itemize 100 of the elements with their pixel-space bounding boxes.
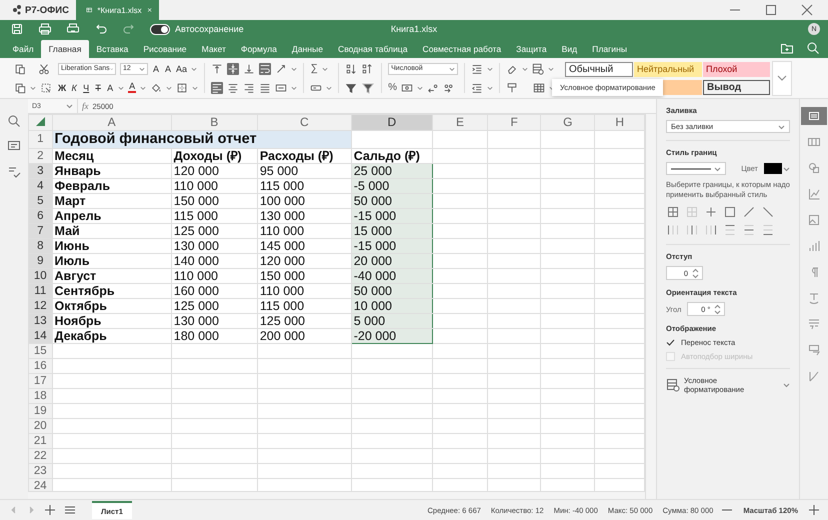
print-icon[interactable]: [38, 22, 52, 36]
wrap-text-icon[interactable]: [259, 62, 272, 74]
caret-icon[interactable]: [118, 84, 124, 90]
select-all-corner-icon[interactable]: [34, 116, 46, 127]
checkbox[interactable]: [666, 338, 675, 348]
menu-tab[interactable]: Вставка: [88, 40, 136, 58]
merge-cells-icon[interactable]: [275, 82, 288, 94]
caret-icon[interactable]: [166, 84, 172, 90]
open-folder-icon[interactable]: [780, 41, 794, 55]
subscript-button[interactable]: A: [106, 82, 114, 92]
caret-icon[interactable]: [66, 103, 73, 109]
underline-button[interactable]: Ч: [82, 82, 90, 92]
percent-button[interactable]: %: [388, 82, 398, 93]
borders-icon[interactable]: [176, 82, 188, 94]
row-header[interactable]: 2: [28, 148, 52, 164]
menu-tab[interactable]: Сводная таблица: [330, 40, 416, 58]
menu-tab[interactable]: Вид: [554, 40, 585, 58]
conditional-formatting-icon[interactable]: [532, 62, 544, 74]
row-header[interactable]: 15: [28, 344, 52, 358]
row-header[interactable]: 6: [28, 208, 52, 224]
search-icon[interactable]: [806, 41, 820, 55]
menu-tab[interactable]: Данные: [284, 40, 330, 58]
row-header[interactable]: 18: [28, 388, 52, 404]
column-header[interactable]: A: [52, 114, 172, 130]
sort-ascending-icon[interactable]: [345, 62, 358, 74]
row-header[interactable]: 22: [28, 448, 52, 464]
stepper-icon[interactable]: [692, 268, 699, 279]
clear-filter-icon[interactable]: [361, 80, 376, 94]
sort-descending-icon[interactable]: [361, 62, 374, 74]
comment-icon[interactable]: [7, 139, 21, 153]
caret-icon[interactable]: [322, 66, 328, 72]
vertical-inner-icon[interactable]: [685, 223, 699, 238]
menu-tab[interactable]: Главная: [41, 40, 89, 58]
row-header[interactable]: 12: [28, 298, 52, 314]
row-header[interactable]: 17: [28, 374, 52, 388]
cut-icon[interactable]: [38, 62, 50, 74]
row-header[interactable]: 7: [28, 224, 52, 238]
row-header[interactable]: 1: [28, 130, 52, 148]
output-style[interactable]: Вывод: [703, 80, 770, 94]
sheet-list-icon[interactable]: [64, 504, 76, 516]
bold-button[interactable]: Ж: [58, 82, 66, 92]
outer-border-icon[interactable]: [723, 205, 737, 220]
caret-icon[interactable]: [417, 84, 424, 90]
italic-button[interactable]: К: [70, 82, 78, 92]
strikethrough-button[interactable]: Т: [94, 82, 102, 92]
fill-color-icon[interactable]: [150, 82, 162, 94]
menu-tab[interactable]: Рисование: [136, 40, 194, 58]
row-header[interactable]: 3: [28, 164, 52, 178]
row-header[interactable]: 4: [28, 178, 52, 194]
conditional-formatting-icon[interactable]: [666, 378, 680, 392]
close-icon[interactable]: [146, 5, 152, 15]
row-header[interactable]: 10: [28, 268, 52, 284]
caret-icon[interactable]: [140, 84, 146, 90]
currency-icon[interactable]: [401, 82, 414, 94]
caret-icon[interactable]: [449, 66, 456, 72]
menu-tab[interactable]: Плагины: [584, 40, 635, 58]
spreadsheet-grid[interactable]: [28, 114, 645, 491]
undo-icon[interactable]: [94, 22, 108, 36]
document-tab[interactable]: *Книга1.xlsx: [76, 0, 159, 20]
caret-icon[interactable]: [487, 66, 494, 72]
caret-icon[interactable]: [291, 66, 298, 72]
align-justify-icon[interactable]: [259, 82, 272, 94]
vertical-scrollbar[interactable]: [645, 114, 656, 499]
paste-icon[interactable]: [14, 62, 26, 74]
sum-button[interactable]: ∑: [310, 63, 318, 74]
neutral-style[interactable]: Нейтральный: [634, 62, 702, 76]
select-all-icon[interactable]: [40, 82, 52, 94]
column-header[interactable]: D: [351, 114, 433, 130]
bottom-border-icon[interactable]: [761, 223, 775, 238]
align-right-icon[interactable]: [243, 82, 256, 94]
caret-icon[interactable]: [326, 84, 332, 90]
row-header[interactable]: 8: [28, 238, 52, 254]
add-sheet-icon[interactable]: [44, 504, 56, 516]
caret-icon[interactable]: [291, 84, 298, 90]
decrease-decimal-icon[interactable]: [427, 82, 440, 94]
caret-icon[interactable]: [783, 382, 790, 388]
zoom-in-icon[interactable]: [808, 504, 820, 516]
caret-icon[interactable]: [522, 66, 528, 72]
horizontal-inner-icon[interactable]: [742, 223, 756, 238]
row-header[interactable]: 14: [28, 328, 52, 344]
insert-cells-icon[interactable]: [471, 62, 484, 74]
increase-font-button[interactable]: A: [152, 64, 160, 74]
align-middle-icon[interactable]: [227, 62, 240, 74]
decrease-font-button[interactable]: A: [164, 64, 172, 74]
caret-icon[interactable]: [487, 84, 494, 90]
horizontal-scrollbar[interactable]: [28, 491, 645, 499]
column-header[interactable]: B: [171, 114, 258, 130]
border-color-picker[interactable]: [764, 163, 790, 174]
caret-icon[interactable]: [778, 124, 785, 130]
column-header[interactable]: E: [432, 114, 488, 130]
caret-icon[interactable]: [783, 166, 790, 172]
redo-icon[interactable]: [122, 22, 136, 36]
caret-icon[interactable]: [30, 84, 36, 90]
caret-icon[interactable]: [192, 84, 198, 90]
text-orientation-icon[interactable]: [275, 62, 288, 74]
menu-tab[interactable]: Формула: [233, 40, 284, 58]
search-icon[interactable]: [7, 114, 21, 128]
align-bottom-icon[interactable]: [243, 62, 256, 74]
row-header[interactable]: 9: [28, 254, 52, 268]
bad-style[interactable]: Плохой: [703, 62, 770, 76]
